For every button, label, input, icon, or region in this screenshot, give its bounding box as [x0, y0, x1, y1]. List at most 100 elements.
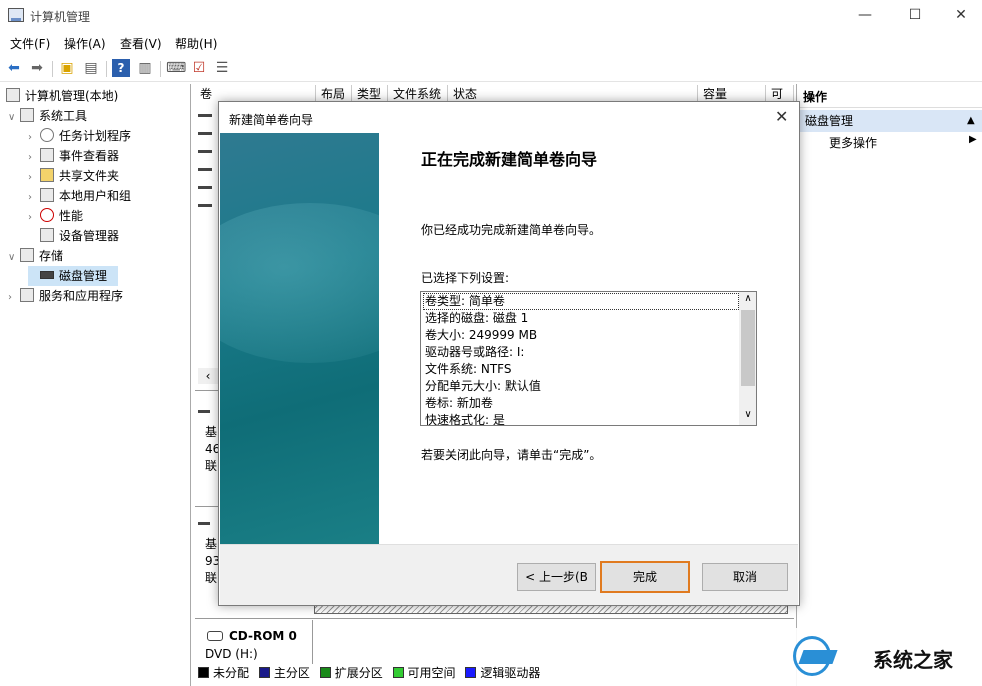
- device-manager-icon: [40, 228, 54, 242]
- disk-icon: [198, 410, 210, 413]
- actions-section-disk-management[interactable]: 磁盘管理 ▲: [797, 110, 982, 132]
- settings-listbox[interactable]: 卷类型: 简单卷 选择的磁盘: 磁盘 1 卷大小: 249999 MB 驱动器号…: [420, 291, 757, 426]
- collapse-up-icon[interactable]: ▲: [967, 110, 975, 132]
- wizard-footer: < 上一步(B 完成 取消: [220, 544, 798, 605]
- setting-item: 快速格式化: 是: [425, 413, 505, 426]
- tree-item-disk-management[interactable]: 磁盘管理: [28, 266, 118, 286]
- chevron-down-icon[interactable]: ∨: [8, 108, 20, 128]
- scroll-left-icon[interactable]: ‹: [198, 368, 218, 384]
- toolbar: ⬅ ➡ ▣ ▤ ? ▥ ⌨ ☑ ☰: [0, 55, 982, 82]
- chevron-right-icon[interactable]: ›: [28, 208, 40, 228]
- setting-item: 驱动器号或路径: I:: [425, 345, 525, 359]
- watermark: 系统之家: [787, 628, 982, 686]
- event-viewer-icon: [40, 148, 54, 162]
- cdrom-drive: DVD (H:): [205, 647, 258, 661]
- volume-row[interactable]: [198, 132, 212, 135]
- cdrom-name: CD-ROM 0: [229, 629, 297, 643]
- wizard-close-hint: 若要关闭此向导，请单击“完成”。: [421, 448, 602, 462]
- close-window-button[interactable]: ✕: [938, 0, 982, 31]
- menu-action[interactable]: 操作(A): [64, 35, 106, 52]
- tree-item-local-users[interactable]: › 本地用户和组: [28, 186, 131, 206]
- tree-item-storage[interactable]: ∨ 存储: [8, 246, 63, 266]
- chevron-down-icon[interactable]: ∨: [8, 248, 20, 268]
- clock-icon: [40, 128, 54, 142]
- legend-logical-drive: 逻辑驱动器: [465, 666, 540, 680]
- up-folder-icon[interactable]: ▣: [58, 59, 76, 77]
- storage-icon: [20, 248, 34, 262]
- tree-item-task-scheduler[interactable]: › 任务计划程序: [28, 126, 131, 146]
- finish-button[interactable]: 完成: [600, 561, 690, 593]
- list-icon[interactable]: ☰: [213, 59, 231, 77]
- tree-item-device-manager[interactable]: 设备管理器: [28, 226, 119, 246]
- users-icon: [40, 188, 54, 202]
- disk-icon: [198, 522, 210, 525]
- shared-folder-icon: [40, 168, 54, 182]
- setting-item: 卷类型: 简单卷: [425, 294, 505, 308]
- legend-primary: 主分区: [258, 666, 310, 680]
- back-button[interactable]: < 上一步(B: [517, 563, 596, 591]
- volume-row[interactable]: [198, 204, 212, 207]
- wizard-settings-label: 已选择下列设置:: [421, 271, 510, 285]
- pane-icon[interactable]: ▥: [136, 59, 154, 77]
- chevron-right-icon[interactable]: ›: [28, 148, 40, 168]
- window-title: 计算机管理: [30, 10, 91, 24]
- check-icon[interactable]: ☑: [190, 59, 208, 77]
- chevron-right-icon[interactable]: ›: [28, 188, 40, 208]
- setting-item: 卷标: 新加卷: [425, 396, 493, 410]
- services-icon: [20, 288, 34, 302]
- disk-icon: [40, 271, 54, 279]
- computer-management-icon: [8, 8, 24, 22]
- volume-row[interactable]: [198, 168, 212, 171]
- tree-item-system-tools[interactable]: ∨ 系统工具: [8, 106, 87, 126]
- maximize-button[interactable]: ☐: [892, 0, 938, 31]
- setting-item: 卷大小: 249999 MB: [425, 328, 538, 342]
- setting-item: 选择的磁盘: 磁盘 1: [425, 311, 529, 325]
- legend: 未分配 主分区 扩展分区 可用空间 逻辑驱动器: [198, 664, 540, 684]
- wizard-banner: [220, 133, 379, 544]
- title-bar: 计算机管理 — ☐ ✕: [0, 0, 982, 31]
- wizard-title: 新建简单卷向导: [229, 113, 314, 127]
- setting-item: 分配单元大小: 默认值: [425, 379, 541, 393]
- back-arrow-icon[interactable]: ⬅: [5, 59, 23, 77]
- volume-row[interactable]: [198, 114, 212, 117]
- tree-root[interactable]: 计算机管理(本地): [6, 86, 118, 106]
- legend-extended: 扩展分区: [319, 666, 383, 680]
- actions-header: 操作: [797, 86, 982, 108]
- volume-row[interactable]: [198, 186, 212, 189]
- tree-item-performance[interactable]: › 性能: [28, 206, 83, 226]
- navigation-tree: 计算机管理(本地) ∨ 系统工具 › 任务计划程序 › 事件查看器 › 共享文件夹 › 本…: [0, 84, 191, 686]
- settings-scroll-thumb[interactable]: [741, 310, 755, 386]
- chevron-right-icon[interactable]: ›: [28, 168, 40, 188]
- computer-icon: [6, 88, 20, 102]
- wizard-close-icon[interactable]: ✕: [775, 107, 788, 126]
- minimize-button[interactable]: —: [842, 0, 888, 31]
- help-icon[interactable]: ?: [112, 59, 130, 77]
- new-simple-volume-wizard: 新建简单卷向导 ✕ 正在完成新建简单卷向导 你已经成功完成新建简单卷向导。 已选…: [218, 101, 800, 606]
- setting-item: 文件系统: NTFS: [425, 362, 512, 376]
- actions-more[interactable]: 更多操作: [829, 134, 877, 151]
- submenu-arrow-icon[interactable]: ▶: [969, 134, 977, 145]
- properties-icon[interactable]: ▤: [82, 59, 100, 77]
- volume-row[interactable]: [198, 150, 212, 153]
- tools-icon: [20, 108, 34, 122]
- cdrom-icon: [207, 631, 223, 641]
- tree-item-services-apps[interactable]: › 服务和应用程序: [8, 286, 123, 306]
- wizard-heading: 正在完成新建简单卷向导: [421, 150, 598, 169]
- menu-file[interactable]: 文件(F): [10, 35, 50, 52]
- watermark-text: 系统之家: [873, 648, 953, 672]
- menu-view[interactable]: 查看(V): [120, 35, 162, 52]
- forward-arrow-icon[interactable]: ➡: [28, 59, 46, 77]
- scroll-down-icon[interactable]: ∨: [741, 409, 755, 420]
- tree-item-event-viewer[interactable]: › 事件查看器: [28, 146, 119, 166]
- connect-icon[interactable]: ⌨: [166, 59, 186, 77]
- menu-help[interactable]: 帮助(H): [175, 35, 217, 52]
- tree-item-shared-folders[interactable]: › 共享文件夹: [28, 166, 119, 186]
- wizard-success-text: 你已经成功完成新建简单卷向导。: [421, 223, 602, 237]
- performance-icon: [40, 208, 54, 222]
- chevron-right-icon[interactable]: ›: [8, 288, 20, 308]
- menu-bar: 文件(F) 操作(A) 查看(V) 帮助(H): [0, 32, 982, 54]
- scroll-up-icon[interactable]: ∧: [741, 293, 755, 304]
- legend-unallocated: 未分配: [198, 666, 249, 680]
- chevron-right-icon[interactable]: ›: [28, 128, 40, 148]
- cancel-button[interactable]: 取消: [702, 563, 788, 591]
